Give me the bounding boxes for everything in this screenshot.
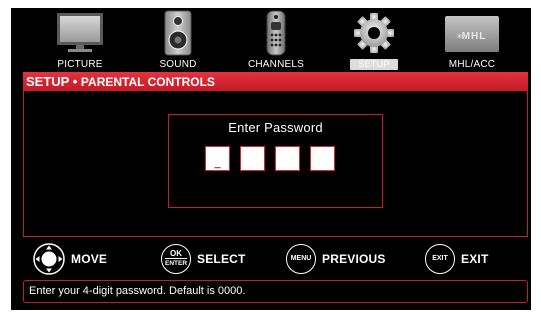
menu-label-setup: SETUP <box>350 59 398 70</box>
move-hint[interactable]: MOVE <box>33 243 107 275</box>
password-digit-group: _ <box>205 146 335 171</box>
password-digit-1[interactable]: _ <box>205 146 230 171</box>
enter-key-text: ENTER <box>164 258 188 267</box>
exit-key-icon: EXIT <box>425 244 455 274</box>
panel-title-main: SETUP <box>26 74 70 89</box>
exit-label: EXIT <box>461 252 489 266</box>
menu-key-text: MENU <box>290 255 312 262</box>
dpad-icon <box>33 243 65 275</box>
previous-label: PREVIOUS <box>322 252 386 266</box>
menu-label-channels: CHANNELS <box>247 59 305 70</box>
previous-hint[interactable]: MENU PREVIOUS <box>286 243 386 275</box>
move-label: MOVE <box>71 252 108 266</box>
mhl-logo-icon: MHL ✳ <box>445 16 499 52</box>
exit-hint[interactable]: EXIT EXIT <box>425 243 488 275</box>
ok-enter-key-icon: OK ENTER <box>161 244 191 274</box>
status-bar: Enter your 4-digit password. Default is … <box>23 280 528 303</box>
menu-item-channels[interactable]: CHANNELS <box>227 8 325 70</box>
svg-text:✳: ✳ <box>456 32 463 41</box>
panel-header: SETUP • PARENTAL CONTROLS <box>23 72 528 91</box>
gear-icon <box>354 13 394 53</box>
panel-title-separator: • <box>72 74 78 89</box>
tv-menu-screen: PICTURE SOUND CHANNELS SETUP MHL ✳ MHL/A… <box>11 8 531 310</box>
menu-label-sound: SOUND <box>159 59 197 70</box>
panel-title-sub: PARENTAL CONTROLS <box>80 75 215 89</box>
password-title: Enter Password <box>228 120 323 135</box>
select-label: SELECT <box>197 252 246 266</box>
menu-item-mhl-acc[interactable]: MHL ✳ MHL/ACC <box>423 8 521 70</box>
select-hint[interactable]: OK ENTER SELECT <box>161 243 246 275</box>
menu-label-mhl-acc: MHL/ACC <box>448 59 496 70</box>
password-digit-2[interactable] <box>240 146 265 171</box>
menu-item-picture[interactable]: PICTURE <box>31 8 129 70</box>
password-digit-3[interactable] <box>275 146 300 171</box>
speaker-icon <box>164 10 192 56</box>
menu-item-setup[interactable]: SETUP <box>325 8 423 70</box>
password-dialog: Enter Password _ <box>168 114 383 208</box>
remote-icon <box>266 10 286 56</box>
menu-item-sound[interactable]: SOUND <box>129 8 227 70</box>
tv-icon <box>57 13 103 52</box>
exit-key-text: EXIT <box>432 255 448 262</box>
menu-key-icon: MENU <box>286 244 316 274</box>
menu-label-picture: PICTURE <box>57 59 103 70</box>
ok-key-text: OK <box>170 249 182 258</box>
mhl-logo-text: MHL <box>462 31 487 42</box>
password-digit-4[interactable] <box>310 146 335 171</box>
